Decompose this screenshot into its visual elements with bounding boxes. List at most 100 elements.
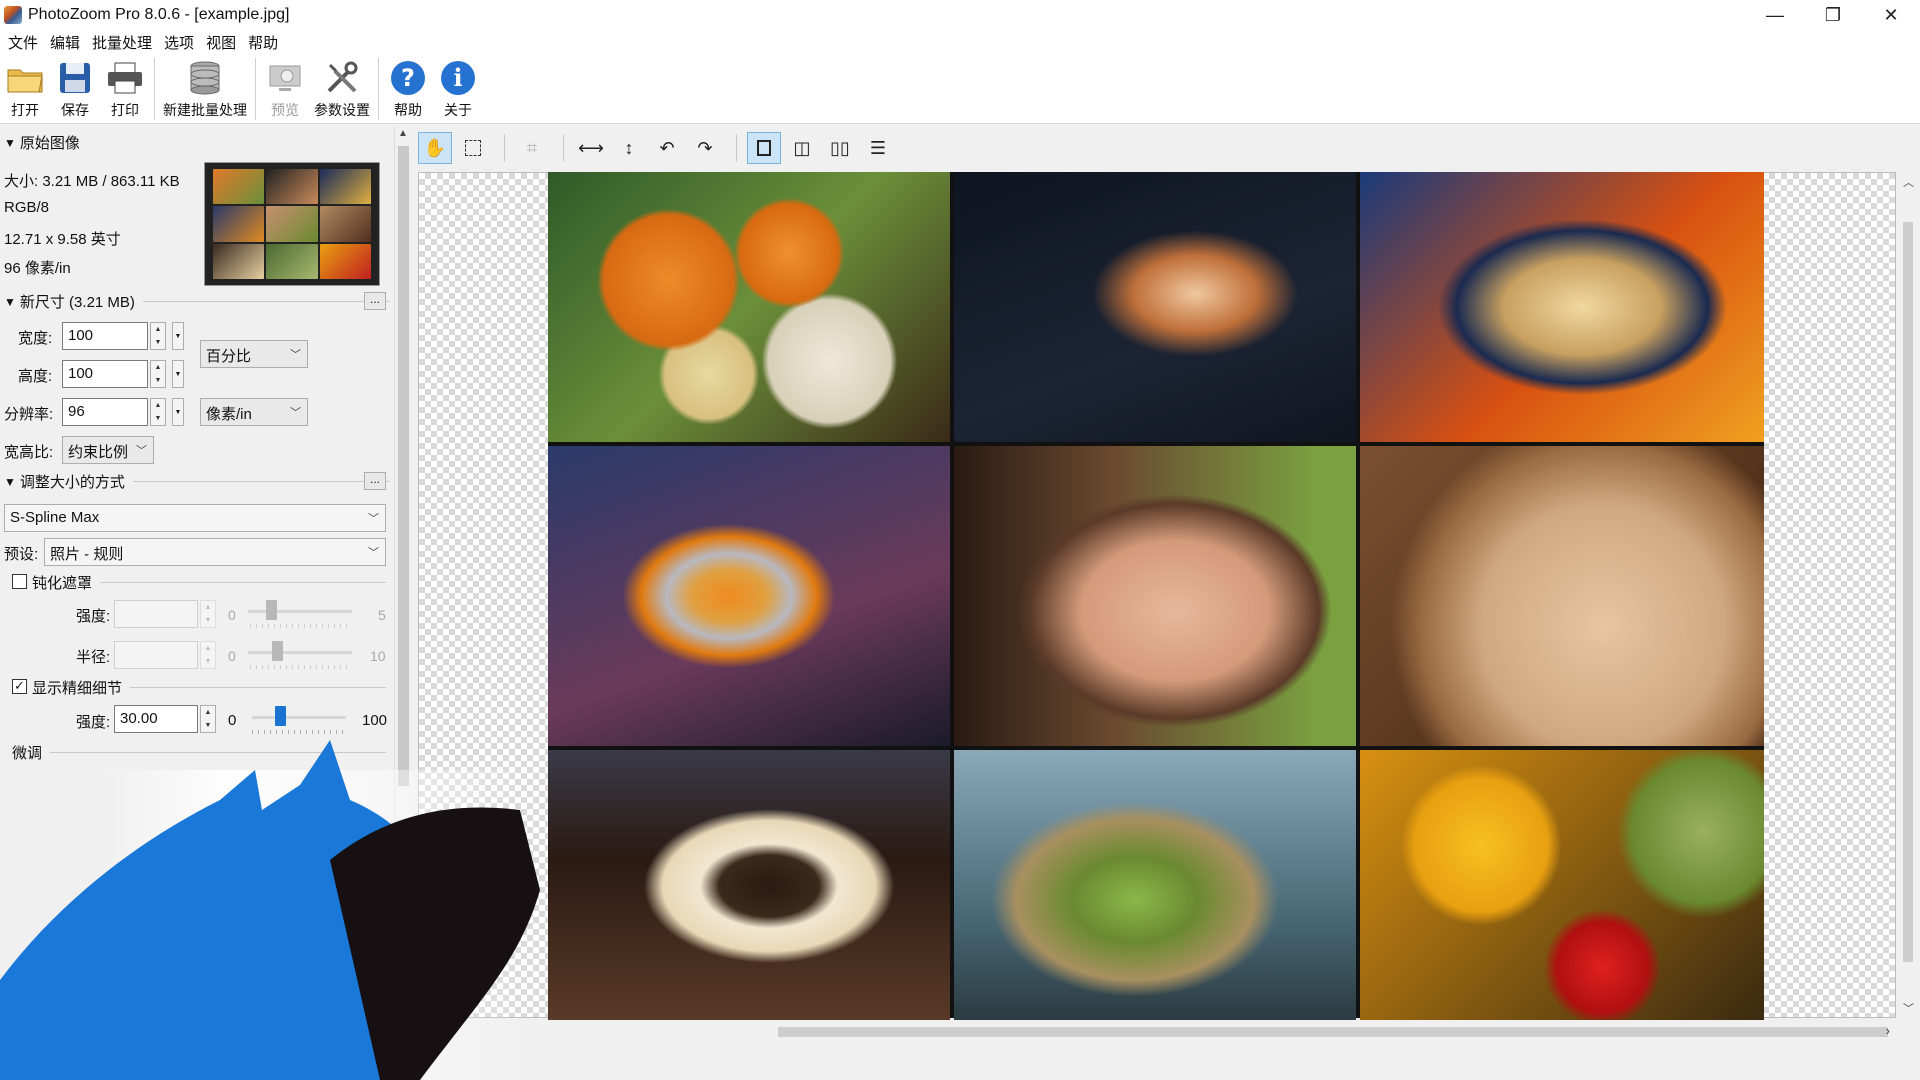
scroll-right-icon[interactable]: › bbox=[1886, 1023, 1890, 1038]
settings-button[interactable]: 参数设置 bbox=[310, 58, 374, 120]
unsharp-radius-label: 半径: bbox=[76, 649, 111, 666]
unsharp-strength-slider-thumb[interactable] bbox=[266, 600, 277, 620]
size-unit-select[interactable]: 百分比 ﹀ bbox=[200, 340, 308, 368]
fine-detail-min: 0 bbox=[228, 712, 237, 729]
unsharp-radius-slider-thumb[interactable] bbox=[272, 641, 283, 661]
image-preview[interactable] bbox=[548, 172, 1764, 1022]
tile-frog bbox=[954, 750, 1356, 1022]
scroll-up-icon[interactable]: ▲ bbox=[398, 128, 408, 139]
resize-method-header[interactable]: ▼ 调整大小的方式 bbox=[4, 471, 390, 492]
fit-width-button[interactable]: ⟷ bbox=[574, 132, 608, 164]
chevron-down-icon: ﹀ bbox=[290, 349, 301, 361]
new-size-more-button[interactable]: ... bbox=[364, 292, 386, 310]
new-batch-button[interactable]: 新建批量处理 bbox=[159, 58, 251, 120]
print-button[interactable]: 打印 bbox=[100, 58, 150, 120]
fine-detail-checkbox[interactable]: ✓ bbox=[12, 679, 27, 694]
unsharp-strength-slider-track[interactable] bbox=[248, 610, 352, 613]
menu-view[interactable]: 视图 bbox=[202, 32, 244, 53]
unsharp-radius-min: 0 bbox=[228, 648, 236, 664]
section-divider bbox=[132, 481, 390, 482]
original-thumbnail[interactable] bbox=[204, 162, 380, 286]
fine-detail-strength-spinner[interactable]: ▲ ▼ bbox=[200, 705, 216, 733]
side-by-side-icon: ▯▯ bbox=[830, 137, 850, 158]
fine-detail-slider-track[interactable] bbox=[252, 716, 346, 719]
thumb-shell bbox=[266, 169, 318, 205]
resolution-unit-select[interactable]: 像素/in ﹀ bbox=[200, 398, 308, 426]
original-image-header[interactable]: ▼ 原始图像 bbox=[4, 132, 390, 153]
scrollbar-thumb[interactable] bbox=[778, 1027, 1888, 1037]
width-label: 宽度: bbox=[18, 330, 53, 347]
image-toolbar: ✋ ⌗ ⟷ ↕ ↶ ↷ ◫ ▯▯ ☰ bbox=[412, 126, 1920, 170]
split-horizontal-icon: ☰ bbox=[869, 137, 887, 158]
select-tool-button[interactable] bbox=[456, 132, 490, 164]
fit-height-button[interactable]: ↕ bbox=[612, 132, 646, 164]
minimize-button[interactable]: — bbox=[1746, 0, 1804, 30]
preview-button[interactable]: 预览 bbox=[260, 58, 310, 120]
width-spinner[interactable]: ▲ ▼ bbox=[150, 322, 166, 350]
resize-method-select[interactable]: S-Spline Max ﹀ bbox=[4, 504, 386, 532]
unsharp-radius-spinner[interactable]: ▲ ▼ bbox=[200, 641, 216, 669]
open-button[interactable]: 打开 bbox=[0, 58, 50, 120]
close-button[interactable]: ✕ bbox=[1862, 0, 1920, 30]
restore-button[interactable]: ❐ bbox=[1804, 0, 1862, 30]
split-vertical-button[interactable]: ◫ bbox=[785, 132, 819, 164]
tile-vintage-clock bbox=[1360, 446, 1764, 746]
slider-ticks bbox=[250, 624, 350, 628]
scroll-up-icon[interactable]: ︿ bbox=[1903, 174, 1914, 190]
tile-butterflyfish bbox=[548, 446, 950, 746]
slider-ticks bbox=[250, 665, 350, 669]
tile-seashell bbox=[954, 172, 1356, 442]
hand-tool-button[interactable]: ✋ bbox=[418, 132, 452, 164]
collapse-triangle-icon: ▼ bbox=[4, 474, 16, 489]
aspect-ratio-select[interactable]: 约束比例 ﹀ bbox=[62, 436, 154, 464]
split-horizontal-button[interactable]: ☰ bbox=[861, 132, 895, 164]
fine-detail-strength-input[interactable]: 30.00 bbox=[114, 705, 198, 733]
database-icon bbox=[184, 58, 226, 98]
about-button[interactable]: i 关于 bbox=[433, 58, 483, 120]
settings-panel-scrollbar[interactable]: ▲ bbox=[394, 126, 412, 1080]
scrollbar-thumb[interactable] bbox=[1903, 222, 1913, 962]
crop-tool-button[interactable]: ⌗ bbox=[515, 132, 549, 164]
help-button[interactable]: ? 帮助 bbox=[383, 58, 433, 120]
width-input[interactable]: 100 bbox=[62, 322, 148, 350]
toolbar-divider bbox=[563, 134, 564, 162]
unsharp-mask-checkbox[interactable] bbox=[12, 574, 27, 589]
title-bar: PhotoZoom Pro 8.0.6 - [example.jpg] — ❐ … bbox=[0, 0, 1920, 30]
canvas-horizontal-scrollbar[interactable]: › bbox=[418, 1020, 1896, 1044]
height-mini-dropdown[interactable]: ▼ bbox=[172, 360, 184, 388]
unsharp-radius-slider-track[interactable] bbox=[248, 651, 352, 654]
menu-options[interactable]: 选项 bbox=[160, 32, 202, 53]
resolution-mini-dropdown[interactable]: ▼ bbox=[172, 398, 184, 426]
unsharp-mask-header: 钝化遮罩 bbox=[32, 572, 386, 593]
single-view-button[interactable] bbox=[747, 132, 781, 164]
resize-method-more-button[interactable]: ... bbox=[364, 472, 386, 490]
unsharp-radius-input[interactable] bbox=[114, 641, 198, 669]
scrollbar-thumb[interactable] bbox=[398, 146, 409, 786]
height-input[interactable]: 100 bbox=[62, 360, 148, 388]
fine-detail-slider-thumb[interactable] bbox=[275, 706, 287, 726]
menu-file[interactable]: 文件 bbox=[4, 32, 46, 53]
scroll-down-icon[interactable]: ﹀ bbox=[1903, 1000, 1914, 1016]
preset-select[interactable]: 照片 - 规则 ﹀ bbox=[44, 538, 386, 566]
new-size-header[interactable]: ▼ 新尺寸 (3.21 MB) bbox=[4, 291, 390, 312]
original-dimensions: 12.71 x 9.58 英寸 bbox=[4, 231, 121, 248]
menu-help[interactable]: 帮助 bbox=[244, 32, 286, 53]
menu-batch[interactable]: 批量处理 bbox=[88, 32, 160, 53]
width-mini-dropdown[interactable]: ▼ bbox=[172, 322, 184, 350]
chevron-down-icon: ﹀ bbox=[136, 445, 147, 457]
fine-detail-max: 100 bbox=[362, 712, 388, 729]
rotate-left-button[interactable]: ↶ bbox=[650, 132, 684, 164]
save-button[interactable]: 保存 bbox=[50, 58, 100, 120]
resolution-input[interactable]: 96 bbox=[62, 398, 148, 426]
unsharp-strength-input[interactable] bbox=[114, 600, 198, 628]
tile-tropical-fruit bbox=[1360, 750, 1764, 1022]
resolution-spinner[interactable]: ▲ ▼ bbox=[150, 398, 166, 426]
height-label: 高度: bbox=[18, 368, 53, 385]
tools-icon bbox=[321, 58, 363, 98]
canvas-vertical-scrollbar[interactable]: ︿ ﹀ bbox=[1896, 172, 1920, 1018]
rotate-right-button[interactable]: ↷ bbox=[688, 132, 722, 164]
unsharp-strength-spinner[interactable]: ▲ ▼ bbox=[200, 600, 216, 628]
menu-edit[interactable]: 编辑 bbox=[46, 32, 88, 53]
height-spinner[interactable]: ▲ ▼ bbox=[150, 360, 166, 388]
side-by-side-button[interactable]: ▯▯ bbox=[823, 132, 857, 164]
